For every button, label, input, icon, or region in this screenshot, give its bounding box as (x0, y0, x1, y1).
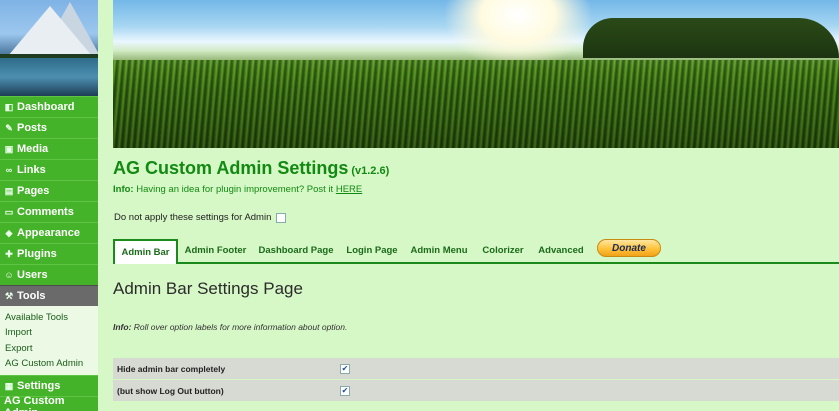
dashboard-icon: ◧ (4, 102, 14, 112)
menu-label: Posts (17, 122, 47, 134)
tools-submenu: Available Tools Import Export AG Custom … (0, 306, 98, 375)
appearance-icon: ◆ (5, 228, 13, 238)
comment-icon: ▭ (4, 207, 14, 217)
menu-label: AG Custom Admin (4, 395, 65, 411)
submenu-item-export[interactable]: Export (0, 341, 98, 357)
option-checkbox-show-logout[interactable]: ✔ (340, 385, 350, 396)
settings-tabs: Admin Bar Admin Footer Dashboard Page Lo… (113, 239, 839, 264)
no-apply-label: Do not apply these settings for Admin (114, 212, 272, 223)
admin-sidebar: ◧ Dashboard ✎ Posts ▣ Media ∞ Links ▤ Pages ▭… (0, 0, 98, 411)
tab-admin-bar[interactable]: Admin Bar (113, 239, 178, 264)
submenu-item-import[interactable]: Import (0, 325, 98, 341)
menu-item-posts[interactable]: ✎ Posts (0, 117, 98, 138)
pages-icon: ▤ (4, 186, 14, 196)
tab-advanced[interactable]: Advanced (537, 239, 585, 262)
tab-admin-menu[interactable]: Admin Menu (409, 239, 469, 262)
users-icon: ☺ (4, 270, 14, 280)
admin-menu: ◧ Dashboard ✎ Posts ▣ Media ∞ Links ▤ Pages ▭… (0, 96, 98, 411)
settings-icon: ▦ (4, 381, 14, 391)
link-icon: ∞ (5, 165, 13, 175)
menu-item-users[interactable]: ☺ Users (0, 264, 98, 285)
tab-colorizer[interactable]: Colorizer (479, 239, 527, 262)
no-apply-row: Do not apply these settings for Admin (114, 212, 287, 223)
donate-button[interactable]: Donate (597, 239, 661, 257)
info-label: Info: (113, 184, 134, 195)
tab-login-page[interactable]: Login Page (345, 239, 399, 262)
menu-item-ag-custom-admin[interactable]: AG Custom Admin (0, 395, 98, 411)
menu-label: Settings (17, 380, 61, 392)
menu-item-links[interactable]: ∞ Links (0, 159, 98, 180)
option-label[interactable]: Hide admin bar completely (117, 364, 225, 374)
section-title: Admin Bar Settings Page (113, 279, 303, 298)
section-info-text: Roll over option labels for more informa… (133, 322, 348, 332)
menu-label: Links (17, 164, 46, 176)
menu-label: Users (17, 269, 48, 281)
menu-item-appearance[interactable]: ◆ Appearance (0, 222, 98, 243)
info-here-link[interactable]: HERE (336, 184, 362, 195)
menu-label: Appearance (17, 227, 80, 239)
menu-item-pages[interactable]: ▤ Pages (0, 180, 98, 201)
section-info-label: Info: (113, 322, 132, 332)
media-icon: ▣ (4, 144, 14, 154)
menu-item-comments[interactable]: ▭ Comments (0, 201, 98, 222)
menu-item-dashboard[interactable]: ◧ Dashboard (0, 96, 98, 117)
plugin-icon: ✚ (5, 249, 13, 259)
info-text: Having an idea for plugin improvement? P… (136, 184, 334, 195)
menu-label: Plugins (17, 248, 57, 260)
menu-label: Tools (17, 290, 46, 302)
page-title: AG Custom Admin Settings (v1.2.6) (113, 158, 389, 179)
submenu-item-available-tools[interactable]: Available Tools (0, 306, 98, 325)
menu-item-plugins[interactable]: ✚ Plugins (0, 243, 98, 264)
menu-label: Media (17, 143, 49, 155)
pin-icon: ✎ (5, 123, 13, 133)
version-label: (v1.2.6) (351, 165, 390, 177)
option-label[interactable]: (but show Log Out button) (117, 386, 224, 396)
tab-dashboard-page[interactable]: Dashboard Page (257, 239, 335, 262)
option-row-show-logout: (but show Log Out button) ✔ (113, 380, 839, 401)
option-checkbox-hide-admin-bar[interactable]: ✔ (340, 363, 350, 374)
menu-label: Dashboard (17, 101, 75, 113)
tools-icon: ⚒ (4, 291, 14, 301)
menu-item-media[interactable]: ▣ Media (0, 138, 98, 159)
header-banner-image (113, 0, 839, 148)
option-row-hide-admin-bar: Hide admin bar completely ✔ (113, 358, 839, 379)
section-info: Info: Roll over option labels for more i… (113, 322, 347, 332)
page-title-text: AG Custom Admin Settings (113, 158, 349, 178)
menu-label: Comments (17, 206, 74, 218)
menu-label: Pages (17, 185, 50, 197)
submenu-item-ag-custom-admin[interactable]: AG Custom Admin (0, 356, 98, 375)
no-apply-checkbox[interactable] (276, 212, 287, 223)
tab-admin-footer[interactable]: Admin Footer (182, 239, 249, 262)
menu-item-settings[interactable]: ▦ Settings (0, 375, 98, 396)
info-line: Info: Having an idea for plugin improvem… (113, 184, 362, 195)
menu-item-tools[interactable]: ⚒ Tools (0, 285, 98, 306)
sidebar-logo-image (0, 0, 98, 96)
